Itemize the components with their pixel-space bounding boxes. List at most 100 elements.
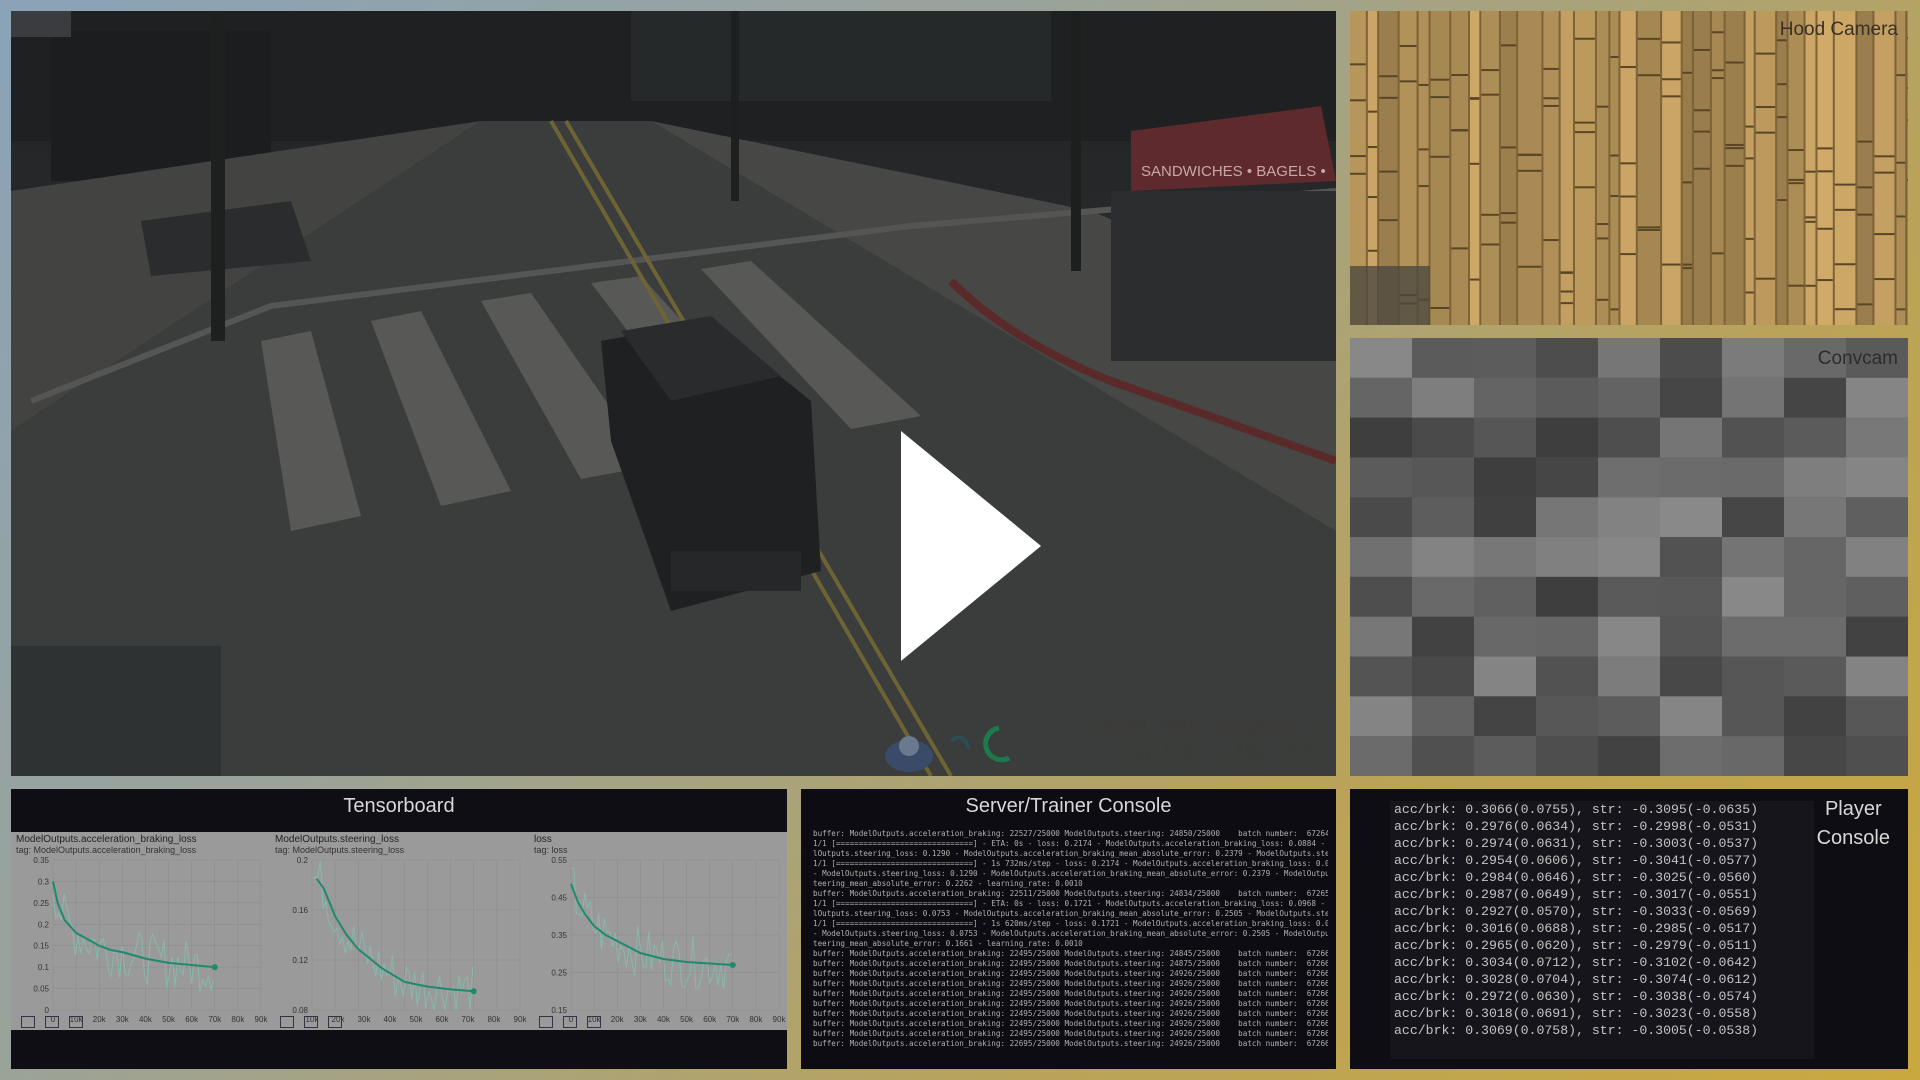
console-line: acc/brk: 0.2954(0.0606), str: -0.3041(-0… [1394, 853, 1759, 868]
x-tick-label: 40k [139, 1015, 153, 1024]
console-line: teering_mean_absolute_error: 0.2262 - le… [813, 879, 1083, 888]
console-line: acc/brk: 0.2984(0.0646), str: -0.3025(-0… [1394, 870, 1759, 885]
raw-series-line [52, 893, 215, 992]
game-view: SANDWICHES • BAGELS • model_0003_xceptio… [11, 11, 1336, 776]
zoom-fit-icon[interactable] [587, 1016, 601, 1028]
console-line: acc/brk: 0.3066(0.0755), str: -0.3095(-0… [1394, 802, 1759, 817]
x-tick-label: 70k [726, 1015, 740, 1024]
console-line: acc/brk: 0.2976(0.0634), str: -0.2998(-0… [1394, 819, 1759, 834]
x-tick-label: 20k [93, 1015, 107, 1024]
console-line: acc/brk: 0.3016(0.0688), str: -0.2985(-0… [1394, 921, 1759, 936]
x-tick-label: 60k [703, 1015, 717, 1024]
x-tick-label: 70k [208, 1015, 222, 1024]
console-line: acc/brk: 0.2965(0.0620), str: -0.2979(-0… [1394, 938, 1759, 953]
x-tick-label: 40k [384, 1015, 398, 1024]
player-console: acc/brk: 0.3066(0.0755), str: -0.3095(-0… [1350, 789, 1908, 1069]
console-line: acc/brk: 0.3034(0.0712), str: -0.3102(-0… [1394, 955, 1759, 970]
x-tick-label: 90k [773, 1015, 787, 1024]
console-line: buffer: ModelOutputs.acceleration_brakin… [813, 829, 1328, 838]
x-tick-label: 70k [462, 1015, 476, 1024]
chart-loss: loss tag: loss 0.55 0.45 0.35 0.25 0.15 0 10k 2… [529, 832, 787, 1030]
y-tick-label: 0 [45, 1006, 50, 1015]
x-tick-label: 20k [611, 1015, 625, 1024]
play-icon[interactable] [901, 431, 1041, 661]
console-line: acc/brk: 0.3028(0.0704), str: -0.3074(-0… [1394, 972, 1759, 987]
smoothed-series-line [315, 878, 474, 993]
y-tick-label: 0.45 [551, 894, 567, 903]
console-line: acc/brk: 0.2987(0.0649), str: -0.3017(-0… [1394, 887, 1759, 902]
x-tick-label: 40k [657, 1015, 671, 1024]
y-tick-label: 0.05 [33, 985, 49, 994]
y-tick-label: 0.08 [292, 1006, 308, 1015]
console-line: 1/1 [==============================] - 1… [813, 859, 1328, 868]
fullscreen-icon[interactable] [21, 1016, 35, 1028]
console-line: buffer: ModelOutputs.acceleration_brakin… [813, 979, 1328, 988]
console-line: acc/brk: 0.2974(0.0631), str: -0.3003(-0… [1394, 836, 1759, 851]
convcam-view: Convcam [1350, 338, 1908, 776]
console-line: lOutputs.steering_loss: 0.0753 - ModelOu… [813, 909, 1328, 918]
fullscreen-icon[interactable] [280, 1016, 294, 1028]
chart-steering-loss: ModelOutputs.steering_loss tag: ModelOut… [270, 832, 528, 1030]
console-line: buffer: ModelOutputs.acceleration_brakin… [813, 959, 1328, 968]
x-tick-label: 30k [358, 1015, 372, 1024]
y-tick-label: 0.12 [292, 956, 308, 965]
x-tick-label: 50k [680, 1015, 694, 1024]
player-console-title-line1: Player [1824, 798, 1882, 820]
x-tick-label: 90k [255, 1015, 269, 1024]
console-line: lOutputs.steering_loss: 0.1290 - ModelOu… [813, 849, 1328, 858]
series-end-point [729, 962, 736, 968]
y-tick-label: 0.3 [38, 877, 50, 886]
y-tick-label: 0.35 [33, 856, 49, 865]
chart-plot: 0.550.450.350.250.150 10k 20k 30k 40k 50k 60k 7… [551, 856, 787, 1024]
y-tick-label: 0.15 [33, 942, 49, 951]
server-trainer-console: Server/Trainer Console buffer: ModelOutp… [801, 789, 1336, 1069]
console-line: teering_mean_absolute_error: 0.1661 - le… [813, 939, 1083, 948]
console-line: - ModelOutputs.steering_loss: 0.0753 - M… [813, 929, 1328, 938]
x-tick-label: 80k [231, 1015, 245, 1024]
y-tick-label: 0.1 [38, 963, 50, 972]
console-line: buffer: ModelOutputs.acceleration_brakin… [813, 1009, 1328, 1018]
console-line: buffer: ModelOutputs.acceleration_brakin… [813, 889, 1328, 898]
raw-series-line [570, 867, 733, 990]
y-tick-label: 0.25 [33, 899, 49, 908]
data-icon[interactable] [563, 1016, 577, 1028]
console-line: 1/1 [==============================] - E… [813, 899, 1328, 908]
x-tick-label: 90k [514, 1015, 528, 1024]
console-line: acc/brk: 0.2927(0.0570), str: -0.3033(-0… [1394, 904, 1759, 919]
y-tick-label: 0.25 [551, 969, 567, 978]
y-tick-label: 0.16 [292, 906, 308, 915]
convcam-feature-map [1350, 338, 1908, 776]
y-tick-label: 0.55 [551, 856, 567, 865]
console-line: buffer: ModelOutputs.acceleration_brakin… [813, 1039, 1328, 1048]
server-console-title: Server/Trainer Console [965, 795, 1172, 817]
x-tick-label: 50k [410, 1015, 424, 1024]
y-tick-label: 0.15 [551, 1006, 567, 1015]
console-line: acc/brk: 0.2972(0.0630), str: -0.3038(-0… [1394, 989, 1759, 1004]
convcam-label: Convcam [1817, 348, 1898, 369]
start-date-label: Start Date: 1 May 2022 [1113, 741, 1326, 763]
chart-acceleration-braking-loss: ModelOutputs.acceleration_braking_loss t… [11, 832, 269, 1030]
player-console-output: acc/brk: 0.3066(0.0755), str: -0.3095(-0… [1390, 801, 1814, 1059]
console-line: buffer: ModelOutputs.acceleration_brakin… [813, 1019, 1328, 1028]
hood-camera-image [1350, 11, 1908, 325]
data-icon[interactable] [45, 1016, 59, 1028]
server-console-output: buffer: ModelOutputs.acceleration_brakin… [813, 829, 1328, 1049]
tensorboard-panel: Tensorboard ModelOutputs.acceleration_br… [11, 789, 787, 1069]
raw-series-line [311, 860, 474, 1011]
hood-camera-view: Hood Camera [1350, 11, 1908, 325]
series-end-point [211, 964, 218, 971]
zoom-fit-icon[interactable] [328, 1016, 342, 1028]
hood-camera-label: Hood Camera [1779, 19, 1898, 40]
player-console-title-line2: Console [1816, 827, 1890, 849]
console-line: buffer: ModelOutputs.acceleration_brakin… [813, 999, 1328, 1008]
console-line: buffer: ModelOutputs.acceleration_brakin… [813, 1029, 1328, 1038]
series-end-point [470, 988, 477, 995]
console-line: - ModelOutputs.steering_loss: 0.1290 - M… [813, 869, 1328, 878]
chart-plot: 0.20.160.120.0810k 20k 30k 40k 50k 60k 70k 80k 9… [292, 856, 528, 1024]
console-line: buffer: ModelOutputs.acceleration_brakin… [813, 949, 1328, 958]
console-line: acc/brk: 0.3069(0.0758), str: -0.3005(-0… [1394, 1023, 1759, 1038]
zoom-fit-icon[interactable] [69, 1016, 83, 1028]
data-icon[interactable] [304, 1016, 318, 1028]
y-tick-label: 0.2 [297, 856, 309, 865]
fullscreen-icon[interactable] [539, 1016, 553, 1028]
